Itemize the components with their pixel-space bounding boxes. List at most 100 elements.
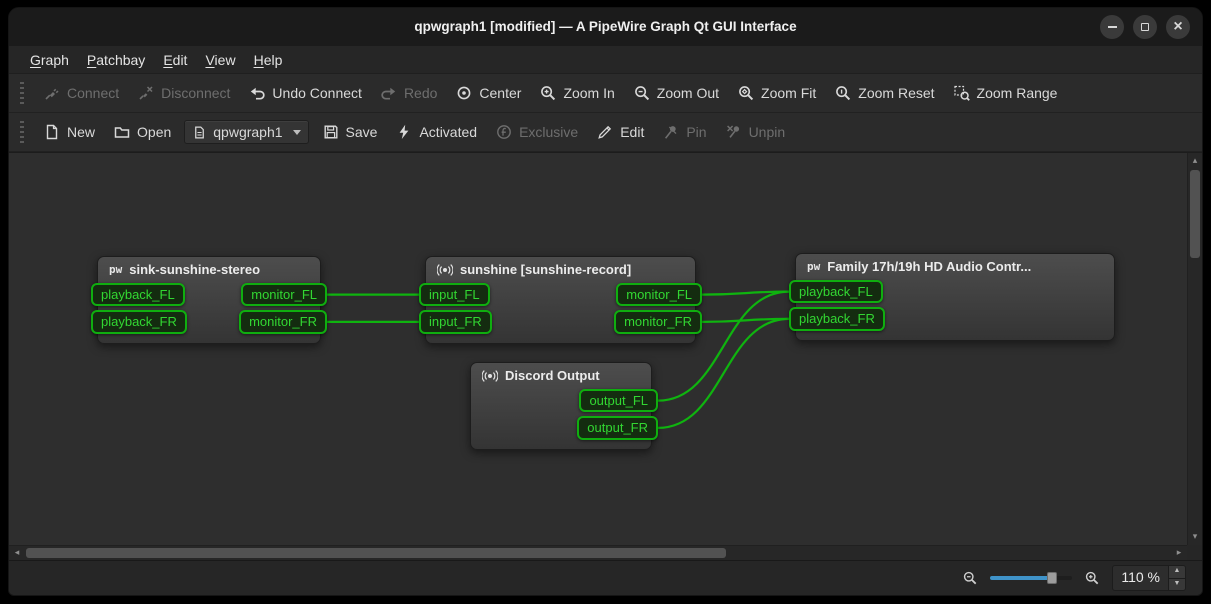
connect-label: Connect [67,85,119,101]
unpin-toggle[interactable]: Unpin [716,118,795,146]
scrollbar-corner [1187,545,1202,560]
port-playback_FR[interactable]: playback_FR [789,307,885,330]
disconnect-icon [137,84,155,102]
minimize-button[interactable] [1100,15,1124,39]
port-monitor_FL[interactable]: monitor_FL [241,283,327,306]
disconnect-button[interactable]: Disconnect [128,79,239,107]
port-output_FR[interactable]: output_FR [577,416,658,439]
horizontal-scrollbar-thumb[interactable] [26,548,726,558]
maximize-icon [1141,23,1149,31]
zoom-in-label: Zoom In [563,85,614,101]
horizontal-scrollbar[interactable]: ◂ ▸ [9,545,1187,560]
menu-help-label: Help [254,52,283,68]
zoom-slider-handle[interactable] [1047,572,1057,584]
menu-patchbay[interactable]: Patchbay [78,49,154,71]
toolbar-drag-handle[interactable] [20,82,24,104]
port-monitor_FL[interactable]: monitor_FL [616,283,702,306]
zoom-spinbox[interactable]: 110 % ▲ ▼ [1112,565,1186,591]
node-header[interactable]: pwsink-sunshine-stereo [98,257,320,280]
zoom-reset-button[interactable]: Zoom Reset [825,79,943,107]
connect-button[interactable]: Connect [34,79,128,107]
graph-canvas[interactable]: pwsink-sunshine-stereoplayback_FLmonitor… [9,152,1202,560]
node-title: Discord Output [505,368,600,383]
pipewire-icon: pw [807,260,820,273]
zoom-slider[interactable] [990,570,1072,586]
new-button[interactable]: New [34,118,104,146]
zoom-fit-button[interactable]: Zoom Fit [728,79,825,107]
exclusive-label: Exclusive [519,124,578,140]
scroll-left-arrow[interactable]: ◂ [10,546,24,560]
menu-edit[interactable]: Edit [154,49,196,71]
activated-bolt-icon [395,123,413,141]
redo-button[interactable]: Redo [371,79,446,107]
graph-node-sunshine[interactable]: sunshine [sunshine-record]input_FLmonito… [425,256,696,344]
graph-node-sink[interactable]: pwsink-sunshine-stereoplayback_FLmonitor… [97,256,321,344]
port-monitor_FR[interactable]: monitor_FR [239,310,327,333]
new-document-icon [43,123,61,141]
toolbar-main: Connect Disconnect Undo Connect Redo [9,74,1202,113]
patchbay-combo[interactable]: qpwgraph1 [184,120,308,144]
app-window: qpwgraph1 [modified] — A PipeWire Graph … [8,7,1203,596]
menu-help[interactable]: Help [245,49,292,71]
graph-area[interactable]: pwsink-sunshine-stereoplayback_FLmonitor… [9,153,1187,545]
open-folder-icon [113,123,131,141]
save-button[interactable]: Save [313,118,387,146]
undo-icon [248,84,266,102]
open-button[interactable]: Open [104,118,180,146]
pin-toggle[interactable]: Pin [653,118,715,146]
port-monitor_FR[interactable]: monitor_FR [614,310,702,333]
scroll-right-arrow[interactable]: ▸ [1172,546,1186,560]
zoom-fit-icon [737,84,755,102]
zoom-out-button[interactable]: Zoom Out [624,79,728,107]
zoom-fit-label: Zoom Fit [761,85,816,101]
edit-label: Edit [620,124,644,140]
zoom-in-mini-icon[interactable] [1084,570,1100,586]
redo-label: Redo [404,85,437,101]
zoom-out-mini-icon[interactable] [962,570,978,586]
menu-edit-label: Edit [163,52,187,68]
port-output_FL[interactable]: output_FL [579,389,658,412]
undo-connect-label: Undo Connect [272,85,362,101]
center-label: Center [479,85,521,101]
port-playback_FR[interactable]: playback_FR [91,310,187,333]
node-header[interactable]: pwFamily 17h/19h HD Audio Contr... [796,254,1114,277]
menu-graph-label: Graph [30,52,69,68]
maximize-button[interactable] [1133,15,1157,39]
activated-toggle[interactable]: Activated [386,118,486,146]
graph-node-discord[interactable]: Discord Output output_FLoutput_FR [470,362,652,450]
undo-connect-button[interactable]: Undo Connect [239,79,371,107]
menu-graph[interactable]: Graph [21,49,78,71]
edit-toggle[interactable]: Edit [587,118,653,146]
port-input_FR[interactable]: input_FR [419,310,492,333]
scroll-down-arrow[interactable]: ▾ [1188,530,1202,544]
save-label: Save [346,124,378,140]
port-input_FL[interactable]: input_FL [419,283,490,306]
spin-down-icon[interactable]: ▼ [1169,579,1185,591]
zoom-range-label: Zoom Range [977,85,1058,101]
graph-node-family[interactable]: pwFamily 17h/19h HD Audio Contr...playba… [795,253,1115,341]
port-playback_FL[interactable]: playback_FL [789,280,883,303]
node-header[interactable]: sunshine [sunshine-record] [426,257,695,280]
connection-wire [702,319,789,322]
center-icon [455,84,473,102]
menu-view[interactable]: View [196,49,244,71]
menu-patchbay-label: Patchbay [87,52,145,68]
exclusive-toggle[interactable]: Exclusive [486,118,587,146]
toolbar-drag-handle[interactable] [20,121,24,143]
scroll-up-arrow[interactable]: ▴ [1188,154,1202,168]
zoom-range-button[interactable]: Zoom Range [944,79,1067,107]
spin-up-icon[interactable]: ▲ [1169,566,1185,579]
pin-icon [662,123,680,141]
vertical-scrollbar[interactable]: ▴ ▾ [1187,153,1202,545]
activated-label: Activated [419,124,477,140]
vertical-scrollbar-thumb[interactable] [1190,170,1200,258]
redo-icon [380,84,398,102]
port-playback_FL[interactable]: playback_FL [91,283,185,306]
close-icon: × [1173,19,1182,35]
center-button[interactable]: Center [446,79,530,107]
node-ports: output_FLoutput_FR [471,389,651,440]
close-button[interactable]: × [1166,15,1190,39]
node-header[interactable]: Discord Output [471,363,651,386]
zoom-slider-fill [990,576,1052,580]
zoom-in-button[interactable]: Zoom In [530,79,623,107]
